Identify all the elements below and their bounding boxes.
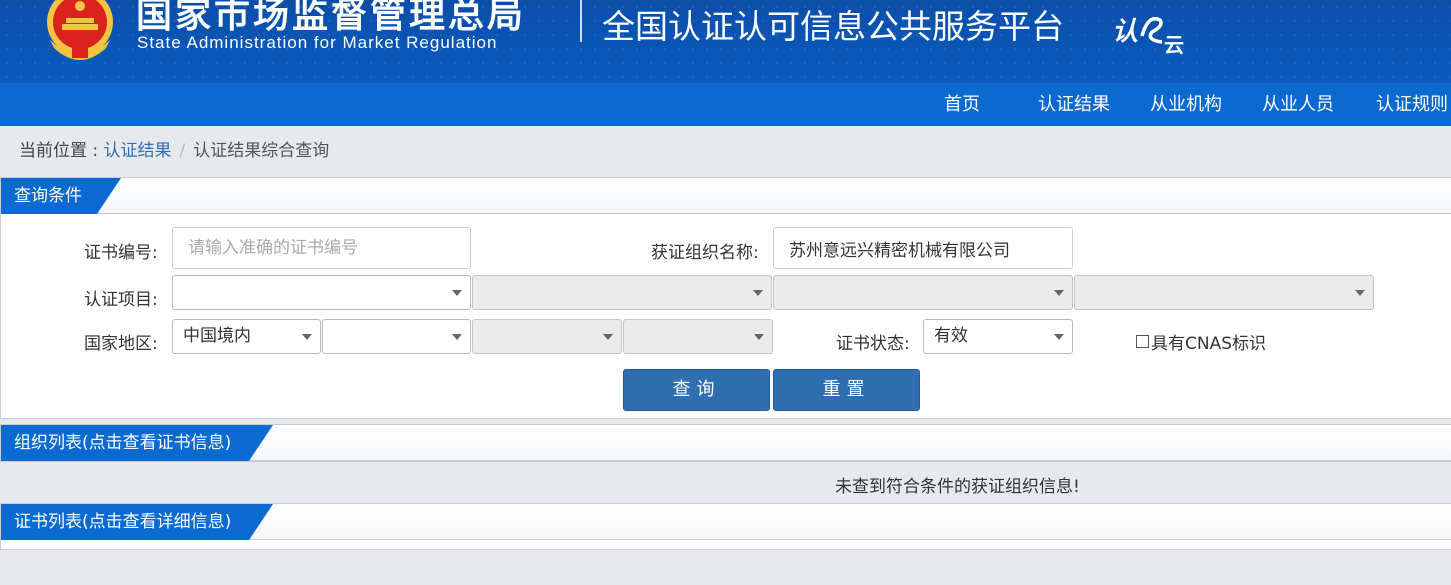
org-name-label: 获证组织名称: (651, 243, 759, 263)
svg-text:云: 云 (1164, 33, 1184, 56)
org-list-panel: 组织列表(点击查看证书信息) (0, 424, 1451, 462)
renyun-logo-icon: 认 云 (1112, 17, 1184, 56)
nav-home[interactable]: 首页 (944, 83, 980, 126)
chevron-down-icon (452, 334, 462, 340)
nav-personnel[interactable]: 从业人员 (1262, 83, 1334, 126)
org-list-title: 组织列表(点击查看证书信息) (1, 425, 273, 461)
cert-no-input[interactable] (172, 227, 471, 269)
project-select-1[interactable] (172, 275, 471, 310)
reset-button[interactable]: 重置 (773, 369, 920, 411)
cnas-checkbox-label: 具有CNAS标识 (1151, 334, 1267, 354)
status-select[interactable]: 有效 (923, 319, 1073, 354)
national-emblem-icon (47, 0, 113, 60)
query-title-strip (1, 178, 1451, 214)
breadcrumb: 当前位置 : 认证结果 / 认证结果综合查询 (19, 136, 329, 161)
main-nav: 首页 认证结果 从业机构 从业人员 认证规则 (0, 83, 1451, 126)
region-select-country[interactable]: 中国境内 (172, 319, 321, 354)
query-panel-title: 查询条件 (1, 178, 121, 214)
chevron-down-icon (753, 290, 763, 296)
platform-title: 全国认证认可信息公共服务平台 (602, 7, 1064, 46)
agency-name-en: State Administration for Market Regulati… (137, 33, 498, 52)
org-list-empty-message: 未查到符合条件的获证组织信息! (835, 477, 1080, 497)
chevron-down-icon (1054, 290, 1064, 296)
status-label: 证书状态: (836, 334, 910, 354)
nav-cert-rules[interactable]: 认证规则 (1376, 83, 1448, 126)
region-label: 国家地区: (84, 334, 158, 354)
nav-institutions[interactable]: 从业机构 (1150, 83, 1222, 126)
site-header: 国家市场监督管理总局 State Administration for Mark… (0, 0, 1451, 83)
breadcrumb-prefix: 当前位置 : (19, 141, 104, 161)
cnas-checkbox[interactable] (1136, 335, 1149, 348)
header-divider (580, 0, 582, 42)
chevron-down-icon (1355, 290, 1365, 296)
project-label: 认证项目: (84, 290, 158, 310)
chevron-down-icon (603, 334, 613, 340)
svg-text:认: 认 (1112, 17, 1138, 47)
cert-list-title: 证书列表(点击查看详细信息) (1, 504, 273, 540)
chevron-down-icon (754, 334, 764, 340)
project-select-2 (472, 275, 772, 310)
nav-cert-results[interactable]: 认证结果 (1038, 83, 1110, 126)
breadcrumb-current: 认证结果综合查询 (193, 141, 330, 161)
chevron-down-icon (452, 290, 462, 296)
region-select-province[interactable] (322, 319, 471, 354)
chevron-down-icon (1054, 334, 1064, 340)
project-select-4 (1074, 275, 1374, 310)
region-select-city (472, 319, 622, 354)
breadcrumb-link[interactable]: 认证结果 (104, 141, 172, 161)
cert-list-panel: 证书列表(点击查看详细信息) (0, 503, 1451, 550)
breadcrumb-separator: / (179, 141, 186, 161)
cnas-checkbox-wrap[interactable]: 具有CNAS标识 (1136, 329, 1266, 354)
cert-no-label: 证书编号: (84, 243, 158, 263)
project-select-3 (773, 275, 1073, 310)
region-select-district (623, 319, 773, 354)
org-name-input[interactable] (773, 227, 1073, 269)
chevron-down-icon (302, 334, 312, 340)
query-panel: 查询条件 证书编号: 获证组织名称: 认证项目: 国家地区: 中国境内 证书状态… (0, 177, 1451, 419)
search-button[interactable]: 查询 (623, 369, 770, 411)
